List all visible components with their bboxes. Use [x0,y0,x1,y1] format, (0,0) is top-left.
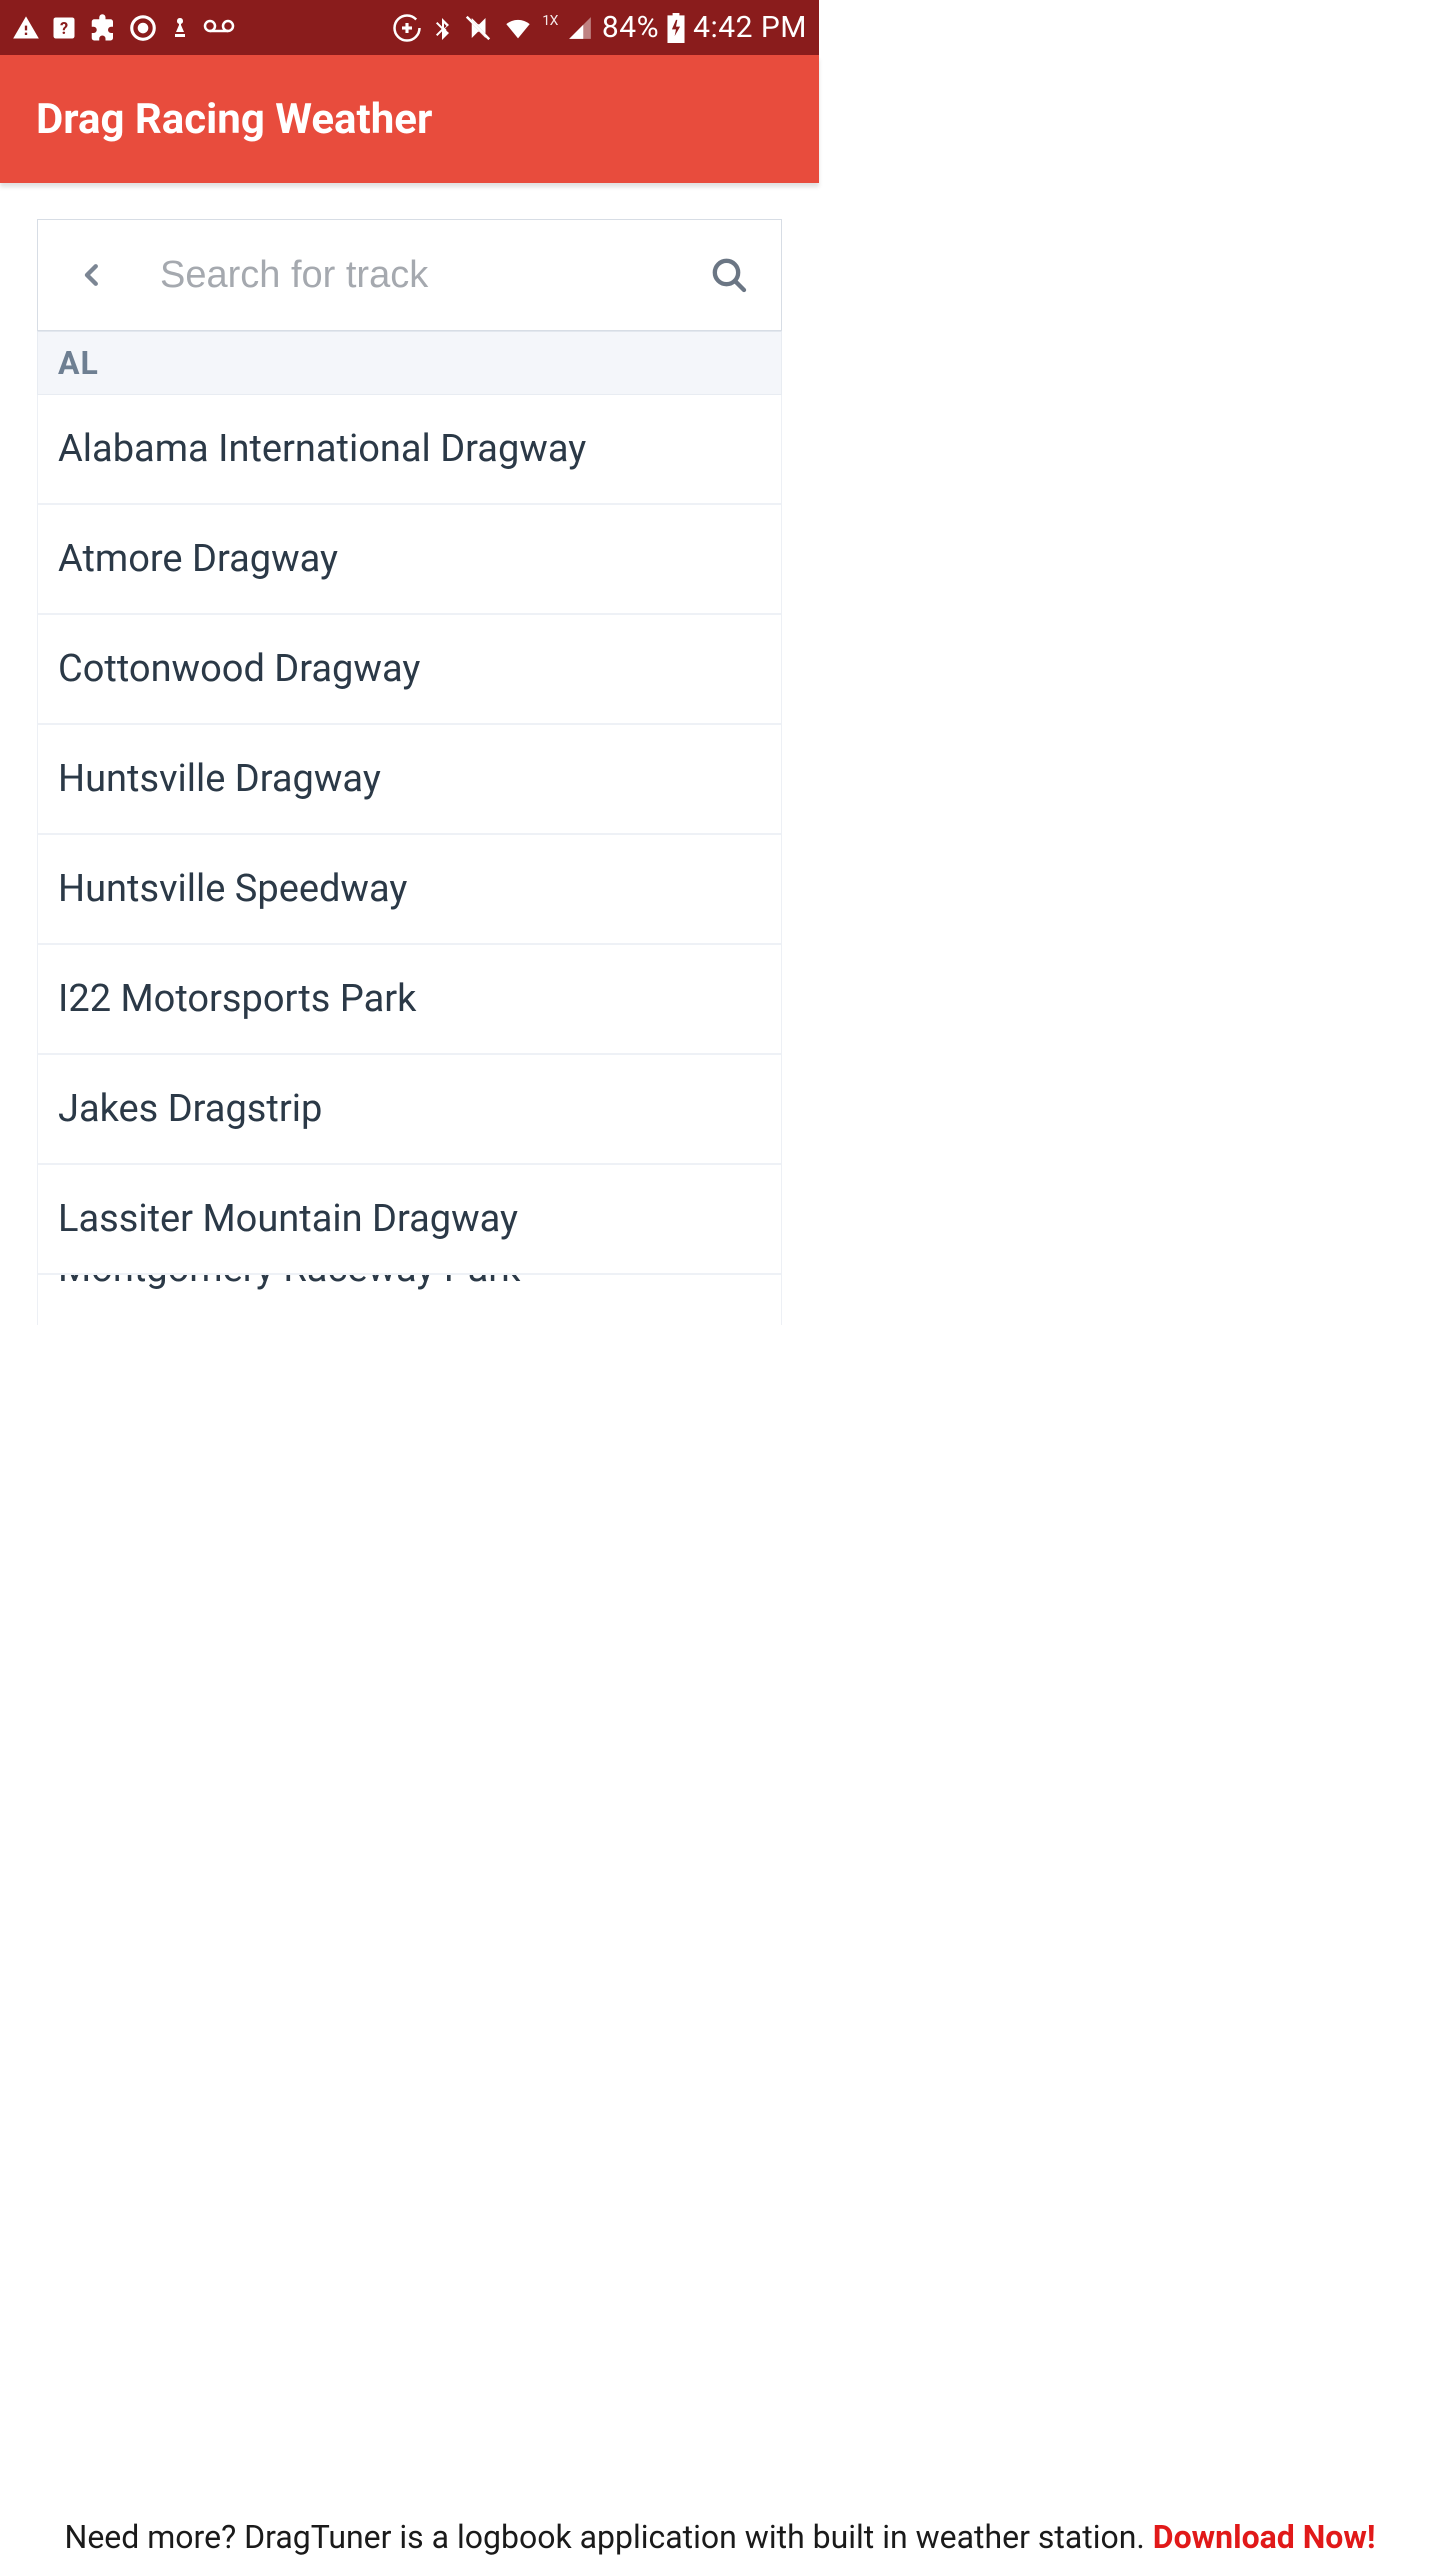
track-name: Jakes Dragstrip [58,1087,322,1131]
list-item[interactable]: Alabama International Dragway [38,395,781,505]
track-name: Huntsville Dragway [58,757,381,801]
search-button[interactable] [707,253,751,297]
list-item[interactable]: Lassiter Mountain Dragway [38,1165,781,1275]
vibrate-mute-icon [462,13,494,43]
network-1x-label: 1X [542,13,558,29]
warning-icon [12,14,40,42]
puzzle-icon [88,13,118,43]
bluetooth-icon [430,12,454,44]
track-name: Alabama International Dragway [58,427,586,471]
list-item[interactable]: Huntsville Speedway [38,835,781,945]
list-item[interactable]: Cottonwood Dragway [38,615,781,725]
battery-charging-icon [667,13,685,43]
list-item[interactable]: Jakes Dragstrip [38,1055,781,1165]
signal-icon [566,15,594,41]
section-header: AL [37,331,782,395]
app-bar: Drag Racing Weather [0,55,819,183]
track-name: Cottonwood Dragway [58,647,420,691]
footer-promo: Need more? DragTuner is a logbook applic… [0,2514,1440,2560]
list-item[interactable]: I22 Motorsports Park [38,945,781,1055]
list-item[interactable]: Montgomery Raceway Park [38,1275,781,1325]
battery-percent: 84% [602,10,659,45]
footer-text: Need more? DragTuner is a logbook applic… [64,2518,1152,2556]
search-icon [709,255,749,295]
clock: 4:42 PM [693,10,807,45]
help-card-icon: ? [50,14,78,42]
voicemail-icon [202,16,236,40]
track-name: Montgomery Raceway Park [58,1275,520,1291]
track-name: Huntsville Speedway [58,867,407,911]
chevron-left-icon [77,253,107,297]
track-name: Atmore Dragway [58,537,338,581]
target-icon [128,13,158,43]
svg-text:?: ? [60,18,68,37]
content: AL Alabama International Dragway Atmore … [0,183,819,1325]
app-title: Drag Racing Weather [36,95,432,144]
back-button[interactable] [64,247,120,303]
search-box [37,219,782,331]
wifi-icon [502,15,534,41]
search-input[interactable] [120,254,707,297]
status-bar: ? 1X 84% [0,0,819,55]
list-item[interactable]: Atmore Dragway [38,505,781,615]
add-circle-icon [392,13,422,43]
track-list[interactable]: Alabama International Dragway Atmore Dra… [37,395,782,1325]
status-right-icons: 1X 84% 4:42 PM [392,10,807,45]
chess-piece-icon [168,13,192,43]
track-name: I22 Motorsports Park [58,977,416,1021]
track-name: Lassiter Mountain Dragway [58,1197,518,1241]
list-item[interactable]: Huntsville Dragway [38,725,781,835]
status-left-icons: ? [12,13,236,43]
download-link[interactable]: Download Now! [1153,2518,1376,2556]
